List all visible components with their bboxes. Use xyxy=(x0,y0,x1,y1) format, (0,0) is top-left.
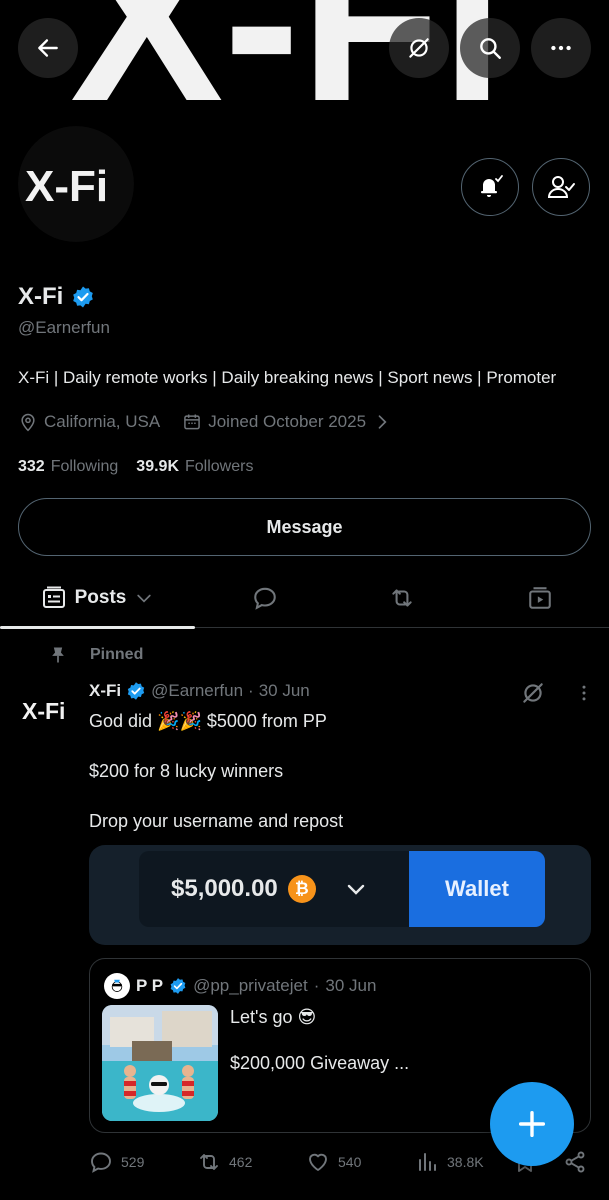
post-text-line-2: $200 for 8 lucky winners xyxy=(89,761,284,781)
quoted-post-header: P P @pp_privatejet · 30 Jun xyxy=(104,973,376,999)
reply-bubble-icon xyxy=(254,587,276,610)
notifications-button[interactable] xyxy=(461,158,519,216)
posts-list-icon xyxy=(42,586,65,608)
mascot-icon xyxy=(111,979,123,992)
followers-count[interactable]: 39.9K xyxy=(136,458,179,476)
quoted-author-handle: @pp_privatejet xyxy=(193,976,308,995)
wallet-amount: $5,000.00 xyxy=(171,875,278,902)
tab-media[interactable] xyxy=(500,568,580,628)
profile-joined: Joined October 2025 xyxy=(208,412,367,431)
post-header: X-Fi @Earnerfun · 30 Jun xyxy=(89,681,310,701)
svg-text:X-Fi: X-Fi xyxy=(22,698,65,724)
svg-text:X-Fi: X-Fi xyxy=(25,162,108,209)
profile-handle: @Earnerfun xyxy=(18,318,110,337)
tab-posts-label: Posts xyxy=(74,587,127,608)
quoted-post-image[interactable] xyxy=(102,1005,218,1121)
tab-posts[interactable]: Posts xyxy=(0,568,195,629)
share-button[interactable] xyxy=(563,1150,587,1174)
quoted-text-line-2: $200,000 Giveaway ... xyxy=(230,1053,410,1073)
repost-count: 462 xyxy=(229,1154,253,1170)
video-icon xyxy=(529,587,551,609)
profile-location: California, USA xyxy=(44,412,161,431)
quoted-date: 30 Jun xyxy=(325,976,377,995)
grok-icon xyxy=(409,38,429,58)
chevron-right-icon[interactable] xyxy=(372,412,392,432)
profile-meta: California, USA Joined October 2025 xyxy=(18,412,392,432)
repost-button[interactable]: 462 xyxy=(197,1150,252,1174)
wallet-image-button: Wallet xyxy=(409,851,545,927)
search-button[interactable] xyxy=(460,18,520,78)
repost-icon xyxy=(200,1154,218,1170)
reply-button[interactable]: 529 xyxy=(89,1150,144,1174)
reply-count: 529 xyxy=(121,1154,145,1170)
post-image-wallet[interactable]: $5,000.00 ₿ Wallet xyxy=(89,845,591,945)
verified-badge-icon[interactable] xyxy=(71,285,95,309)
share-icon xyxy=(565,1151,585,1173)
post-separator: · xyxy=(248,681,254,700)
views-count: 38.8K xyxy=(447,1154,484,1170)
verified-badge-icon xyxy=(127,682,145,700)
profile-banner[interactable]: X-Fi xyxy=(0,0,609,122)
grok-icon[interactable] xyxy=(520,680,546,706)
verified-badge-icon xyxy=(170,978,186,994)
bitcoin-icon: ₿ xyxy=(287,875,316,903)
calendar-icon xyxy=(184,414,201,430)
quoted-text-line-1: Let's go 😎 xyxy=(230,1007,317,1027)
quoted-author-avatar xyxy=(104,973,130,999)
quoted-separator: · xyxy=(313,976,320,995)
bell-check-icon xyxy=(481,175,503,197)
more-icon xyxy=(551,45,571,51)
like-count: 540 xyxy=(338,1154,362,1170)
profile-tabs: Posts xyxy=(0,568,609,629)
followers-label[interactable]: Followers xyxy=(185,458,253,476)
post-more-icon[interactable] xyxy=(574,683,594,703)
chevron-down-icon xyxy=(137,594,152,603)
repost-icon xyxy=(392,589,412,607)
pool-photo xyxy=(102,1005,218,1121)
chevron-down-icon xyxy=(347,884,364,895)
post-text-line-1: God did 🎉🎉 $5000 from PP xyxy=(89,711,327,731)
post-text-line-3: Drop your username and repost xyxy=(89,811,344,831)
profile-name: X-Fi xyxy=(18,283,64,310)
location-pin-icon xyxy=(21,413,35,432)
following-count[interactable]: 332 xyxy=(18,458,45,476)
message-button[interactable]: Message xyxy=(18,498,591,556)
views-chart-icon xyxy=(419,1153,436,1171)
tab-reposts[interactable] xyxy=(362,568,442,628)
heart-icon xyxy=(309,1153,327,1171)
views-button[interactable]: 38.8K xyxy=(415,1150,484,1174)
search-icon xyxy=(480,38,501,59)
more-button[interactable] xyxy=(531,18,591,78)
back-button[interactable] xyxy=(18,18,78,78)
follow-counts: 332 Following 39.9K Followers xyxy=(18,458,253,476)
user-check-icon xyxy=(547,176,575,198)
back-arrow-icon xyxy=(38,39,58,57)
post-avatar-logo: X-Fi xyxy=(22,698,65,724)
post-author-avatar[interactable]: X-Fi xyxy=(20,682,76,738)
post-date[interactable]: 30 Jun xyxy=(259,681,310,701)
pinned-label: Pinned xyxy=(90,646,144,663)
profile-bio: X-Fi | Daily remote works | Daily breaki… xyxy=(18,368,557,387)
grok-button[interactable] xyxy=(389,18,449,78)
reply-icon xyxy=(91,1152,111,1173)
post-header-actions xyxy=(520,680,594,706)
profile-avatar[interactable]: X-Fi xyxy=(14,122,138,246)
pin-icon xyxy=(52,647,64,663)
compose-post-button[interactable] xyxy=(490,1082,574,1166)
wallet-balance: $5,000.00 ₿ xyxy=(139,851,409,927)
like-button[interactable]: 540 xyxy=(306,1150,361,1174)
active-tab-indicator xyxy=(0,626,195,629)
plus-icon xyxy=(518,1110,546,1138)
post-author-handle[interactable]: @Earnerfun xyxy=(151,681,243,701)
tab-replies[interactable] xyxy=(225,568,305,628)
quoted-author-name: P P xyxy=(136,976,164,995)
pinned-indicator: Pinned xyxy=(48,645,143,665)
profile-name-row: X-Fi xyxy=(18,283,95,311)
following-label[interactable]: Following xyxy=(51,458,119,476)
avatar-logo: X-Fi xyxy=(25,162,108,209)
post-author-name[interactable]: X-Fi xyxy=(89,681,121,701)
following-button[interactable] xyxy=(532,158,590,216)
